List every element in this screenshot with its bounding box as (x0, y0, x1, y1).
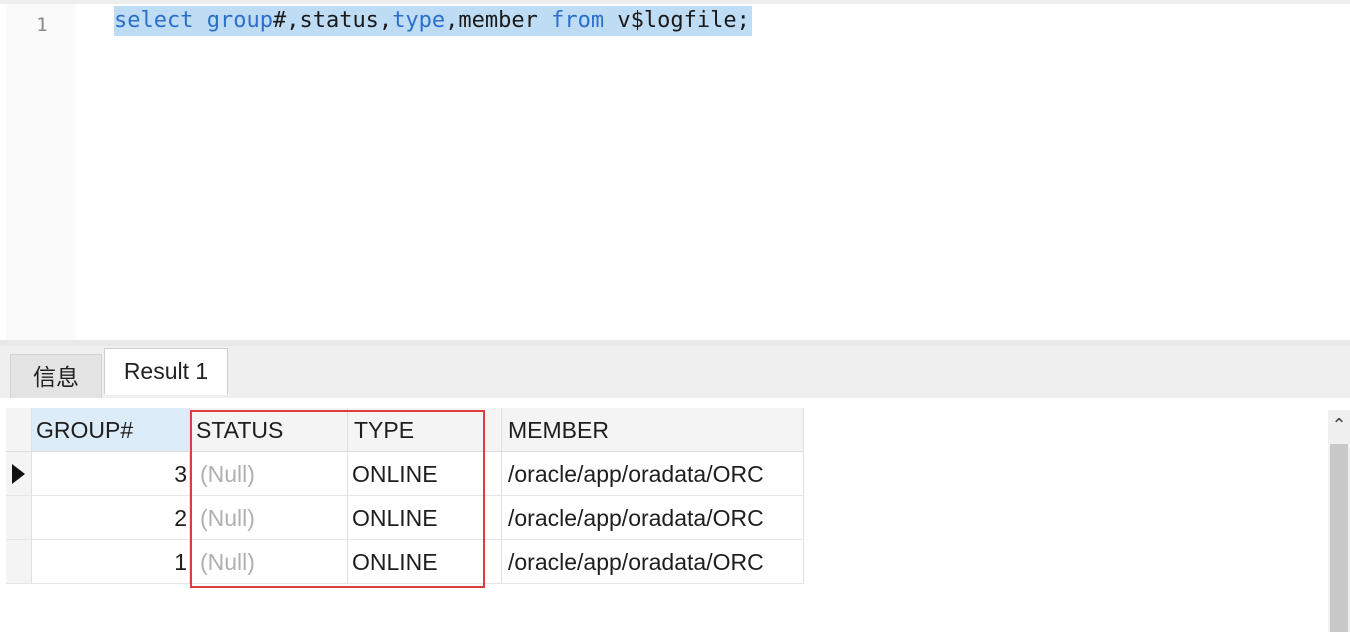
tab-result-1[interactable]: Result 1 (104, 348, 228, 395)
code-table: v$logfile; (604, 8, 750, 33)
chevron-up-icon[interactable]: ⌃ (1328, 410, 1350, 440)
vertical-scrollbar[interactable]: ⌃ (1328, 410, 1350, 632)
row-indicator-cell[interactable] (6, 540, 32, 584)
column-header-member[interactable]: MEMBER (502, 408, 804, 452)
keyword-select: select (114, 8, 194, 33)
scrollbar-thumb[interactable] (1330, 444, 1348, 632)
current-row-arrow-icon (12, 464, 25, 484)
row-indicator-cell[interactable] (6, 452, 32, 496)
keyword-type: type (392, 8, 446, 33)
column-header-group[interactable]: GROUP# (32, 408, 190, 452)
code-member: ,member (445, 8, 552, 33)
keyword-group: group (206, 8, 273, 33)
result-tab-bar: 信息 Result 1 (0, 346, 1350, 399)
cell-member[interactable]: /oracle/app/oradata/ORC (502, 452, 804, 496)
cell-member[interactable]: /oracle/app/oradata/ORC (502, 496, 804, 540)
line-number-gutter: 1 (6, 4, 76, 343)
cell-group[interactable]: 3 (32, 452, 190, 496)
sql-editor[interactable]: 1 select group#,status,type,member from … (0, 0, 1350, 346)
tab-info[interactable]: 信息 (10, 354, 102, 398)
highlight-box (190, 410, 485, 588)
cell-group[interactable]: 1 (32, 540, 190, 584)
row-indicator-header (6, 408, 32, 452)
code-columns: #,status, (272, 8, 393, 33)
sql-code-line[interactable]: select group#,status,type,member from v$… (114, 6, 752, 36)
line-number: 1 (36, 14, 48, 36)
cell-member[interactable]: /oracle/app/oradata/ORC (502, 540, 804, 584)
keyword-from: from (551, 8, 605, 33)
cell-group[interactable]: 2 (32, 496, 190, 540)
editor-top-border (0, 0, 1350, 4)
row-indicator-cell[interactable] (6, 496, 32, 540)
